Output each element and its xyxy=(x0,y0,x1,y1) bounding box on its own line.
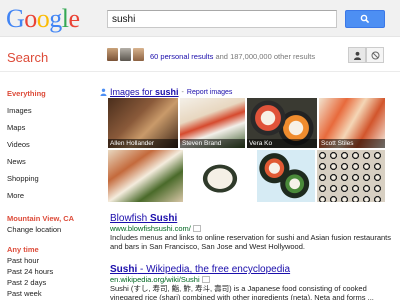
sidebar-item-videos[interactable]: Videos xyxy=(7,136,92,153)
change-location-link[interactable]: Change location xyxy=(7,224,92,235)
sidebar-item-everything[interactable]: Everything xyxy=(7,85,92,102)
image-thumbnail[interactable] xyxy=(257,150,315,202)
image-thumbnail[interactable]: Steven Brand xyxy=(180,98,245,148)
image-caption: Scott Stiles xyxy=(319,139,385,148)
magnifier-icon xyxy=(360,14,370,24)
image-thumbnail[interactable] xyxy=(108,150,183,202)
image-caption: Allen Hollander xyxy=(108,139,178,148)
cached-page-icon[interactable] xyxy=(192,225,201,233)
avatar[interactable] xyxy=(120,48,131,61)
logo-letter: o xyxy=(36,4,50,33)
personal-avatars xyxy=(107,48,144,61)
location-heading: Mountain View, CA xyxy=(7,214,75,223)
search-input[interactable] xyxy=(107,10,337,28)
sidebar-item-maps[interactable]: Maps xyxy=(7,119,92,136)
result-url: en.wikipedia.org/wiki/Sushi xyxy=(110,275,200,284)
avatar[interactable] xyxy=(107,48,118,61)
time-filter-item[interactable]: Past week xyxy=(7,288,92,299)
top-bar: Google xyxy=(0,0,400,37)
search-button[interactable] xyxy=(345,10,385,28)
sidebar-item-images[interactable]: Images xyxy=(7,102,92,119)
search-section-label: Search xyxy=(7,50,49,65)
logo-letter: o xyxy=(24,4,37,33)
personal-results-toggle[interactable] xyxy=(348,47,366,63)
time-filter-item[interactable]: Past 2 days xyxy=(7,277,92,288)
sidebar-item-more[interactable]: More xyxy=(7,187,92,204)
cached-page-icon[interactable] xyxy=(201,276,210,284)
hide-personal-toggle[interactable] xyxy=(366,47,384,63)
results-count: 60 personal results and 187,000,000 othe… xyxy=(150,52,315,61)
person-icon xyxy=(353,51,361,60)
time-filter-any[interactable]: Any time xyxy=(7,244,92,255)
images-for-link[interactable]: Images for sushi xyxy=(110,87,179,97)
search-result: Blowfish Sushi www.blowfishsushi.com/ In… xyxy=(110,213,395,251)
image-thumbnail[interactable]: Scott Stiles xyxy=(319,98,385,148)
left-sidebar: Everything Images Maps Videos News Shopp… xyxy=(7,85,92,299)
image-thumbnail[interactable] xyxy=(185,150,255,202)
sidebar-item-news[interactable]: News xyxy=(7,153,92,170)
result-url: www.blowfishsushi.com/ xyxy=(110,224,191,233)
globe-icon xyxy=(371,51,379,59)
logo-letter: G xyxy=(6,4,25,33)
result-snippet: Includes menus and links to online reser… xyxy=(110,233,391,251)
avatar[interactable] xyxy=(133,48,144,61)
personal-results-link[interactable]: 60 personal results xyxy=(150,52,213,61)
search-result: Sushi - Wikipedia, the free encyclopedia… xyxy=(110,264,395,300)
other-results-text: and 187,000,000 other results xyxy=(215,52,316,61)
result-snippet: Sushi (すし, 寿司, 鮨, 鮓, 寿斗, 壽司) is a Japane… xyxy=(110,284,374,300)
logo-letter: e xyxy=(68,4,81,33)
image-caption: Vera Ko xyxy=(247,139,317,148)
time-filter-item[interactable]: Past 24 hours xyxy=(7,266,92,277)
time-filter-item[interactable]: Past hour xyxy=(7,255,92,266)
logo-letter: l xyxy=(61,4,69,33)
google-logo[interactable]: Google xyxy=(6,5,80,33)
image-thumbnail[interactable]: Allen Hollander xyxy=(108,98,178,148)
image-thumbnail[interactable] xyxy=(317,150,385,202)
image-caption: Steven Brand xyxy=(180,139,245,148)
image-thumbnail[interactable]: Vera Ko xyxy=(247,98,317,148)
result-title-link[interactable]: Blowfish Sushi xyxy=(110,213,177,224)
sidebar-item-shopping[interactable]: Shopping xyxy=(7,170,92,187)
images-header: Images for sushi - Report images xyxy=(100,87,232,97)
report-images-link[interactable]: Report images xyxy=(187,89,233,96)
person-icon xyxy=(100,88,107,96)
result-title-link[interactable]: Sushi - Wikipedia, the free encyclopedia xyxy=(110,264,290,275)
logo-letter: g xyxy=(49,4,62,33)
